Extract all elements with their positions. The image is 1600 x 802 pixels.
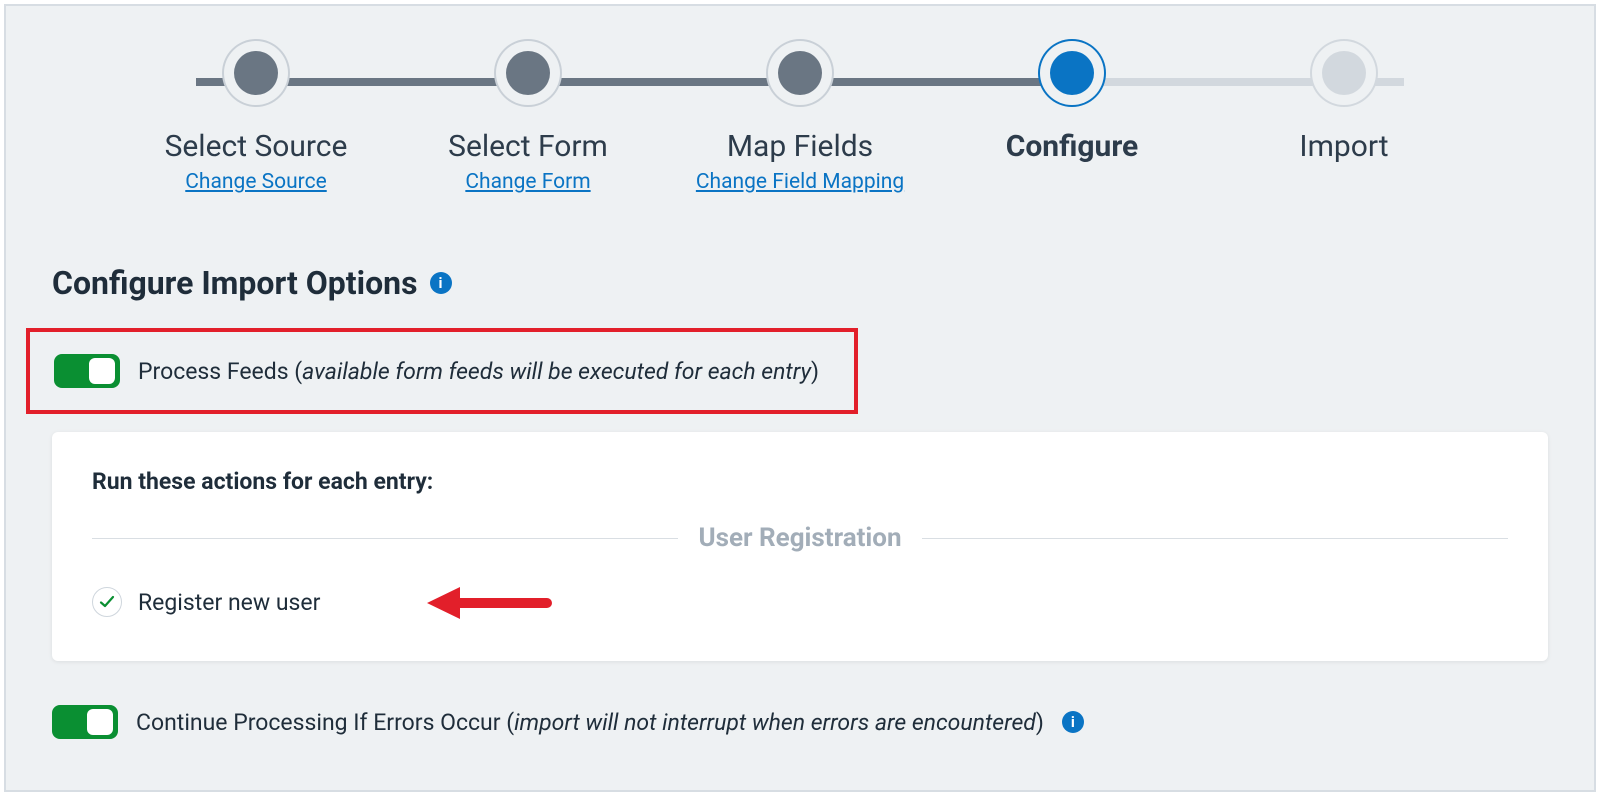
step-map-fields: Map Fields Change Field Mapping <box>670 51 930 194</box>
page-frame: Select Source Change Source Select Form … <box>4 4 1596 792</box>
actions-panel: Run these actions for each entry: User R… <box>52 432 1548 661</box>
process-feeds-toggle[interactable] <box>54 354 120 388</box>
step-dot-icon <box>1322 51 1366 95</box>
label-italic: available form feeds will be executed fo… <box>302 358 811 385</box>
process-feeds-row: Process Feeds (available form feeds will… <box>54 354 836 388</box>
toggle-knob-icon <box>87 709 113 735</box>
label-italic: import will not interrupt when errors ar… <box>514 709 1036 736</box>
divider-line <box>92 538 678 539</box>
step-title: Select Source <box>165 129 348 164</box>
panel-title: Run these actions for each entry: <box>92 468 1508 495</box>
action-check-toggle[interactable] <box>92 587 122 617</box>
step-configure: Configure <box>942 51 1202 170</box>
label-suffix: ) <box>1036 709 1044 736</box>
change-field-mapping-link[interactable]: Change Field Mapping <box>696 170 904 194</box>
step-select-source: Select Source Change Source <box>126 51 386 194</box>
check-icon <box>99 594 115 610</box>
step-title: Map Fields <box>727 129 873 164</box>
step-select-form: Select Form Change Form <box>398 51 658 194</box>
group-label: User Registration <box>698 523 901 553</box>
step-title: Select Form <box>448 129 608 164</box>
step-dot-icon <box>1050 51 1094 95</box>
divider-line <box>922 538 1508 539</box>
info-icon[interactable]: i <box>1062 711 1084 733</box>
continue-on-error-label: Continue Processing If Errors Occur (imp… <box>136 709 1044 736</box>
stepper: Select Source Change Source Select Form … <box>6 6 1594 194</box>
step-dot-icon <box>506 51 550 95</box>
group-divider: User Registration <box>92 523 1508 553</box>
step-dot-icon <box>234 51 278 95</box>
annotation-arrow-icon <box>422 583 552 623</box>
continue-on-error-toggle[interactable] <box>52 705 118 739</box>
step-title: Import <box>1299 129 1388 164</box>
step-title: Configure <box>1006 129 1139 164</box>
step-import: Import <box>1214 51 1474 170</box>
section-heading-text: Configure Import Options <box>52 264 418 302</box>
step-dot-icon <box>778 51 822 95</box>
toggle-knob-icon <box>89 358 115 384</box>
action-row: Register new user <box>92 587 1508 617</box>
label-suffix: ) <box>811 358 819 385</box>
process-feeds-highlight: Process Feeds (available form feeds will… <box>26 328 858 414</box>
info-icon[interactable]: i <box>430 272 452 294</box>
continue-on-error-row: Continue Processing If Errors Occur (imp… <box>6 661 1594 739</box>
section-heading: Configure Import Options i <box>6 194 1594 302</box>
change-source-link[interactable]: Change Source <box>185 170 326 194</box>
label-prefix: Continue Processing If Errors Occur ( <box>136 709 514 736</box>
action-label: Register new user <box>138 589 320 616</box>
change-form-link[interactable]: Change Form <box>465 170 590 194</box>
process-feeds-label: Process Feeds (available form feeds will… <box>138 358 819 385</box>
label-prefix: Process Feeds ( <box>138 358 302 385</box>
